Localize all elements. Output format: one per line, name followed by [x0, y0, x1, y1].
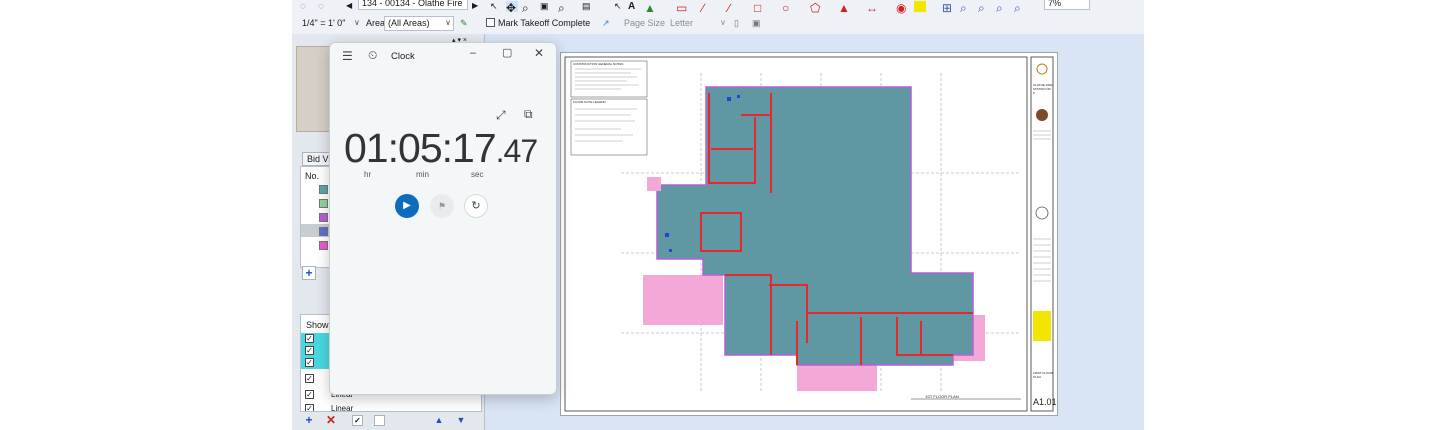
- layers-icon[interactable]: ▤: [582, 1, 594, 12]
- show-checkbox[interactable]: ✓: [305, 404, 314, 411]
- hours-value: 01: [344, 125, 389, 171]
- show-checkbox[interactable]: ✓: [305, 358, 314, 367]
- maximize-icon[interactable]: ▢: [502, 46, 512, 59]
- floor-plan-drawing: [564, 56, 1054, 412]
- close-icon[interactable]: ✕: [534, 46, 544, 60]
- plan-title: 1ST FLOOR PLAN: [925, 394, 959, 399]
- pan-tool-icon[interactable]: ✥: [506, 1, 518, 14]
- pen-tool-icon[interactable]: ∕: [702, 1, 714, 14]
- move-up-button[interactable]: ▲: [432, 414, 446, 428]
- zoom-tool-icon[interactable]: ⌕: [522, 1, 534, 14]
- show-checkbox[interactable]: ✓: [305, 390, 314, 399]
- min-label: min: [416, 170, 429, 179]
- keep-on-top-icon[interactable]: ⧉: [524, 107, 533, 122]
- prev-page-icon[interactable]: ◀: [346, 1, 358, 12]
- area-label: Area: [366, 18, 386, 28]
- list-item[interactable]: ✓ Linear: [301, 403, 481, 412]
- row-label: Linear: [331, 404, 354, 412]
- page-size-label: Page Size: [624, 18, 666, 28]
- notes-heading: CONSTRUCTION GENERAL NOTES: [573, 62, 624, 66]
- mark-takeoff-checkbox[interactable]: [486, 18, 495, 27]
- flag-icon: ⚑: [437, 201, 447, 211]
- back-icon[interactable]: ◌: [300, 1, 312, 12]
- stamp-tool-icon[interactable]: ◉: [896, 1, 908, 14]
- zoom-prev-icon[interactable]: ⌕: [1014, 1, 1026, 14]
- start-button[interactable]: ▶: [395, 194, 419, 218]
- zoom-in-icon[interactable]: ⌕: [960, 1, 972, 14]
- uncheck-all-button[interactable]: [374, 415, 385, 426]
- zoom-fit-icon[interactable]: ⊞: [942, 1, 954, 14]
- condition-swatch: [319, 199, 328, 208]
- sec-label: sec: [471, 170, 484, 179]
- seconds-value: 17: [452, 125, 497, 171]
- dimension-tool-icon[interactable]: ↔: [866, 1, 878, 14]
- main-toolbar: ◌ ◌ ◀ 134 - 00134 - Olathe Fire ▶ ↖ ✥ ⌕ …: [292, 0, 1144, 15]
- clock-window: ☰ ⏲ Clock – ▢ ✕ ⤢ ⧉ 01:05:17.47 hr min s…: [329, 42, 557, 395]
- reset-button[interactable]: ↻: [464, 194, 488, 218]
- move-down-button[interactable]: ▼: [454, 414, 468, 428]
- ellipse-tool-icon[interactable]: ○: [782, 1, 794, 14]
- area-select[interactable]: (All Areas) ∨: [384, 16, 454, 31]
- select-tool-icon[interactable]: ↖: [490, 1, 502, 12]
- minimize-icon[interactable]: –: [470, 47, 476, 59]
- expand-icon[interactable]: ⤢: [496, 108, 506, 123]
- callout-tool-icon[interactable]: ▲: [838, 1, 850, 14]
- delete-button[interactable]: ✕: [324, 414, 338, 428]
- polygon-tool-icon[interactable]: ⬠: [810, 1, 822, 14]
- hundredths-value: .47: [495, 133, 538, 169]
- show-column-header: Show: [306, 320, 329, 330]
- condition-swatch: [319, 213, 328, 222]
- window-title: Clock: [391, 51, 415, 62]
- find-icon[interactable]: ⌕: [558, 1, 570, 14]
- new-page-icon[interactable]: ▯: [734, 18, 739, 29]
- drawing-sheet[interactable]: CONSTRUCTION GENERAL NOTES FLOOR NOTE LE…: [560, 52, 1058, 416]
- print-icon[interactable]: ▣: [540, 1, 552, 12]
- next-page-icon[interactable]: ▶: [472, 1, 484, 12]
- takeoff-toolbar: 1/4" = 1' 0" ∨ Area (All Areas) ∨ ✎ Mark …: [292, 14, 1144, 35]
- stopwatch-time: 01:05:17.47: [344, 125, 538, 171]
- mark-takeoff-label: Mark Takeoff Complete: [498, 18, 591, 28]
- zoom-out-icon[interactable]: ⌕: [978, 1, 990, 14]
- note-tool-icon[interactable]: [914, 1, 926, 12]
- show-checkbox[interactable]: ✓: [305, 374, 314, 383]
- scale-dropdown-icon[interactable]: ∨: [354, 18, 360, 27]
- check-all-button[interactable]: ✓: [352, 415, 363, 426]
- add-button[interactable]: +: [302, 414, 316, 428]
- show-checkbox[interactable]: ✓: [305, 334, 314, 343]
- add-condition-button[interactable]: +: [302, 266, 316, 280]
- page-size-dropdown-icon[interactable]: ∨: [720, 18, 726, 27]
- no-column-header: No.: [305, 171, 320, 181]
- hr-label: hr: [364, 170, 372, 179]
- condition-swatch: [319, 185, 328, 194]
- page-size-value[interactable]: Letter: [670, 18, 693, 28]
- title-block-name: OLATHE FIRE STATION NO. 5: [1033, 83, 1053, 95]
- condition-swatch: [319, 227, 328, 236]
- sheet-title: FIRST FLOOR PLAN: [1033, 371, 1053, 379]
- reset-icon: ↻: [471, 200, 481, 212]
- play-icon: ▶: [403, 200, 411, 211]
- text-tool-icon[interactable]: A: [628, 1, 640, 12]
- forward-icon[interactable]: ◌: [318, 1, 330, 12]
- menu-icon[interactable]: ☰: [342, 49, 353, 63]
- lap-button[interactable]: ⚑: [430, 194, 454, 218]
- zoom-window-icon[interactable]: ⌕: [996, 1, 1008, 14]
- clock-app-icon: ⏲: [368, 48, 378, 62]
- area-tool-icon[interactable]: ✎: [460, 18, 468, 29]
- print-page-icon[interactable]: ▣: [752, 18, 761, 29]
- legend-heading: FLOOR NOTE LEGEND: [573, 100, 606, 104]
- minutes-value: 05: [398, 125, 443, 171]
- zoom-combo[interactable]: 7%: [1044, 0, 1090, 10]
- line-tool-icon[interactable]: ∕: [728, 1, 740, 14]
- show-checkbox[interactable]: ✓: [305, 346, 314, 355]
- condition-swatch: [319, 241, 328, 250]
- scale-label[interactable]: 1/4" = 1' 0": [302, 18, 345, 28]
- highlighter-icon[interactable]: ▲: [644, 1, 656, 14]
- arrow-tool-icon[interactable]: ↖: [614, 1, 626, 12]
- rect-tool-icon[interactable]: □: [754, 1, 766, 14]
- page-size-icon[interactable]: ↗: [602, 18, 610, 29]
- cloud-tool-icon[interactable]: ▭: [676, 1, 688, 14]
- page-selector[interactable]: 134 - 00134 - Olathe Fire: [358, 0, 468, 10]
- drawing-canvas[interactable]: CONSTRUCTION GENERAL NOTES FLOOR NOTE LE…: [485, 34, 1144, 430]
- sheet-number: A1.01: [1033, 397, 1057, 407]
